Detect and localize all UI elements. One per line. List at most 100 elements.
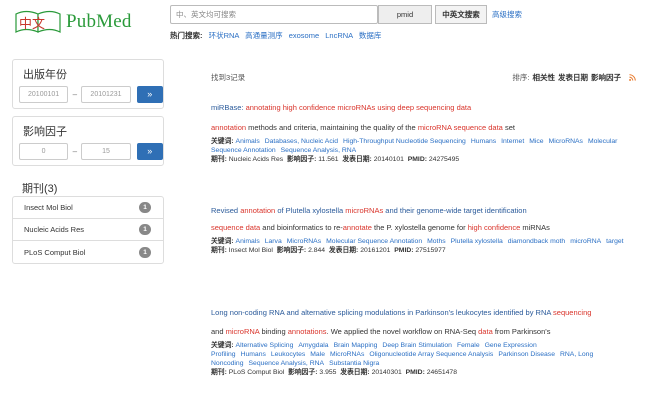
journal-filter-item[interactable]: PLoS Comput Biol 1 bbox=[13, 241, 163, 263]
impact-apply-button[interactable]: » bbox=[136, 143, 164, 160]
impact-value: 2.844 bbox=[308, 247, 326, 254]
journal-filter-item[interactable]: Insect Mol Biol 1 bbox=[13, 197, 163, 219]
impact-value: 3.955 bbox=[319, 369, 337, 376]
logo-pubmed-text: PubMed bbox=[66, 11, 132, 32]
keyword-link[interactable]: Databases, Nucleic Acid bbox=[265, 138, 338, 145]
impact-label: 影响因子: bbox=[276, 247, 307, 254]
keyword-link[interactable]: Deep Brain Stimulation bbox=[382, 342, 452, 349]
snippet-text: the P. xylostella genome for bbox=[371, 223, 468, 232]
snippet-highlight: microRNA sequence data bbox=[417, 123, 503, 132]
keyword-link[interactable]: Molecular Sequence Annotation bbox=[326, 238, 422, 245]
hot-search-link[interactable]: 高通量测序 bbox=[245, 31, 283, 40]
snippet-text: methods and criteria, maintaining the qu… bbox=[246, 123, 418, 132]
sort-bar: 排序: 相关性 发表日期 影响因子 bbox=[512, 72, 636, 83]
keyword-link[interactable]: Plutella xylostella bbox=[451, 238, 503, 245]
title-text: Long non-coding RNA and alternative spli… bbox=[211, 308, 554, 317]
title-highlight: sequencing bbox=[553, 308, 592, 317]
keyword-link[interactable]: Moths bbox=[427, 238, 446, 245]
results-count: 找到3记录 bbox=[211, 73, 246, 82]
impact-label: 影响因子: bbox=[286, 156, 317, 163]
date-filter-panel: 出版年份 20100101 – 20101231 » bbox=[12, 59, 164, 109]
impact-label: 影响因子: bbox=[288, 369, 318, 376]
hot-searches: 热门搜索: 环状RNA 高通量测序 exosome LncRNA 数据库 bbox=[170, 30, 381, 41]
keyword-link[interactable]: MicroRNAs bbox=[287, 238, 321, 245]
keyword-link[interactable]: MicroRNAs bbox=[549, 138, 583, 145]
hot-search-link[interactable]: LncRNA bbox=[325, 31, 353, 40]
impact-filter-title: 影响因子 bbox=[23, 126, 67, 138]
journal-label: 期刊: bbox=[211, 156, 227, 163]
keyword-link[interactable]: Sequence Analysis, RNA bbox=[249, 360, 325, 367]
snippet-highlight: sequence data bbox=[211, 223, 261, 232]
keyword-link[interactable]: Amygdala bbox=[298, 342, 328, 349]
range-separator: – bbox=[72, 147, 78, 156]
sort-impact-link[interactable]: 影响因子 bbox=[591, 72, 621, 83]
keyword-link[interactable]: Animals bbox=[236, 238, 260, 245]
snippet-text: miRNAs bbox=[520, 223, 550, 232]
keyword-link[interactable]: microRNA bbox=[570, 238, 601, 245]
site-logo[interactable]: 中文 PubMed bbox=[14, 8, 134, 36]
keyword-link[interactable]: Sequence Analysis, RNA bbox=[281, 147, 357, 154]
keyword-link[interactable]: Female bbox=[457, 342, 480, 349]
hot-search-link[interactable]: 数据库 bbox=[359, 31, 382, 40]
sort-date-link[interactable]: 发表日期 bbox=[558, 72, 588, 83]
title-highlight: annotating high confidence microRNAs usi… bbox=[245, 103, 472, 112]
keyword-link[interactable]: Leukocytes bbox=[271, 351, 305, 358]
snippet-highlight: microRNA bbox=[225, 327, 260, 336]
result-title-link[interactable]: miRBase: annotating high confidence micr… bbox=[211, 102, 631, 113]
result-title-link[interactable]: Revised annotation of Plutella xylostell… bbox=[211, 205, 631, 216]
date-value: 20161201 bbox=[360, 247, 391, 254]
keyword-link[interactable]: Internet bbox=[501, 138, 524, 145]
pmid-value: 24651478 bbox=[426, 369, 457, 376]
journal-count-badge: 1 bbox=[139, 202, 151, 213]
date-label: 发表日期: bbox=[342, 156, 372, 163]
keyword-link[interactable]: Brain Mapping bbox=[334, 342, 378, 349]
keyword-link[interactable]: High-Throughput Nucleotide Sequencing bbox=[343, 138, 466, 145]
search-input[interactable]: 中、英文均可搜索 bbox=[170, 5, 378, 24]
keyword-link[interactable]: Alternative Splicing bbox=[236, 342, 294, 349]
hot-search-link[interactable]: exosome bbox=[289, 31, 319, 40]
snippet-highlight: data bbox=[478, 327, 493, 336]
title-text: Revised bbox=[211, 206, 241, 215]
impact-filter-panel: 影响因子 0 – 15 » bbox=[12, 116, 164, 166]
date-from-input[interactable]: 20100101 bbox=[19, 86, 69, 103]
date-label: 发表日期: bbox=[340, 369, 370, 376]
date-apply-button[interactable]: » bbox=[136, 86, 164, 103]
journal-label: 期刊: bbox=[211, 247, 227, 254]
journal-count-badge: 1 bbox=[139, 224, 151, 235]
pmid-value: 24275495 bbox=[428, 156, 460, 163]
hot-searches-label: 热门搜索: bbox=[170, 31, 203, 40]
keyword-link[interactable]: Oligonucleotide Array Sequence Analysis bbox=[369, 351, 493, 358]
keyword-link[interactable]: Larva bbox=[265, 238, 282, 245]
keyword-link[interactable]: MicroRNAs bbox=[330, 351, 364, 358]
title-highlight: annotation bbox=[240, 206, 276, 215]
advanced-search-link[interactable]: 高级搜索 bbox=[492, 9, 522, 20]
title-text: and their genome-wide target identificat… bbox=[383, 206, 527, 215]
journal-value: PLoS Comput Biol bbox=[228, 369, 285, 376]
keyword-link[interactable]: Male bbox=[310, 351, 325, 358]
snippet-highlight: high confidence bbox=[467, 223, 521, 232]
rss-icon[interactable] bbox=[629, 74, 636, 81]
keyword-link[interactable]: Mice bbox=[529, 138, 543, 145]
keyword-link[interactable]: Substantia Nigra bbox=[329, 360, 379, 367]
pmid-value: 27515977 bbox=[415, 247, 446, 254]
cn-en-search-button[interactable]: 中英文搜索 bbox=[435, 5, 487, 24]
keyword-link[interactable]: Humans bbox=[241, 351, 266, 358]
keyword-link[interactable]: target bbox=[606, 238, 623, 245]
snippet-text: binding bbox=[259, 327, 288, 336]
keyword-link[interactable]: Parkinson Disease bbox=[498, 351, 555, 358]
impact-to-input[interactable]: 15 bbox=[81, 143, 131, 160]
snippet-highlight: annotate bbox=[342, 223, 372, 232]
result-item: miRBase: annotating high confidence micr… bbox=[211, 102, 631, 164]
pmid-search-button[interactable]: pmid bbox=[378, 5, 432, 24]
result-title-link[interactable]: Long non-coding RNA and alternative spli… bbox=[211, 307, 631, 318]
journal-filter-item[interactable]: Nucleic Acids Res 1 bbox=[13, 219, 163, 241]
hot-search-link[interactable]: 环状RNA bbox=[209, 31, 239, 40]
date-to-input[interactable]: 20101231 bbox=[81, 86, 131, 103]
impact-from-input[interactable]: 0 bbox=[19, 143, 69, 160]
sort-relevance-link[interactable]: 相关性 bbox=[533, 72, 556, 83]
pmid-label: PMID: bbox=[407, 156, 427, 163]
keyword-link[interactable]: Humans bbox=[471, 138, 496, 145]
keyword-link[interactable]: diamondback moth bbox=[508, 238, 565, 245]
date-value: 20140301 bbox=[371, 369, 402, 376]
keyword-link[interactable]: Animals bbox=[236, 138, 260, 145]
